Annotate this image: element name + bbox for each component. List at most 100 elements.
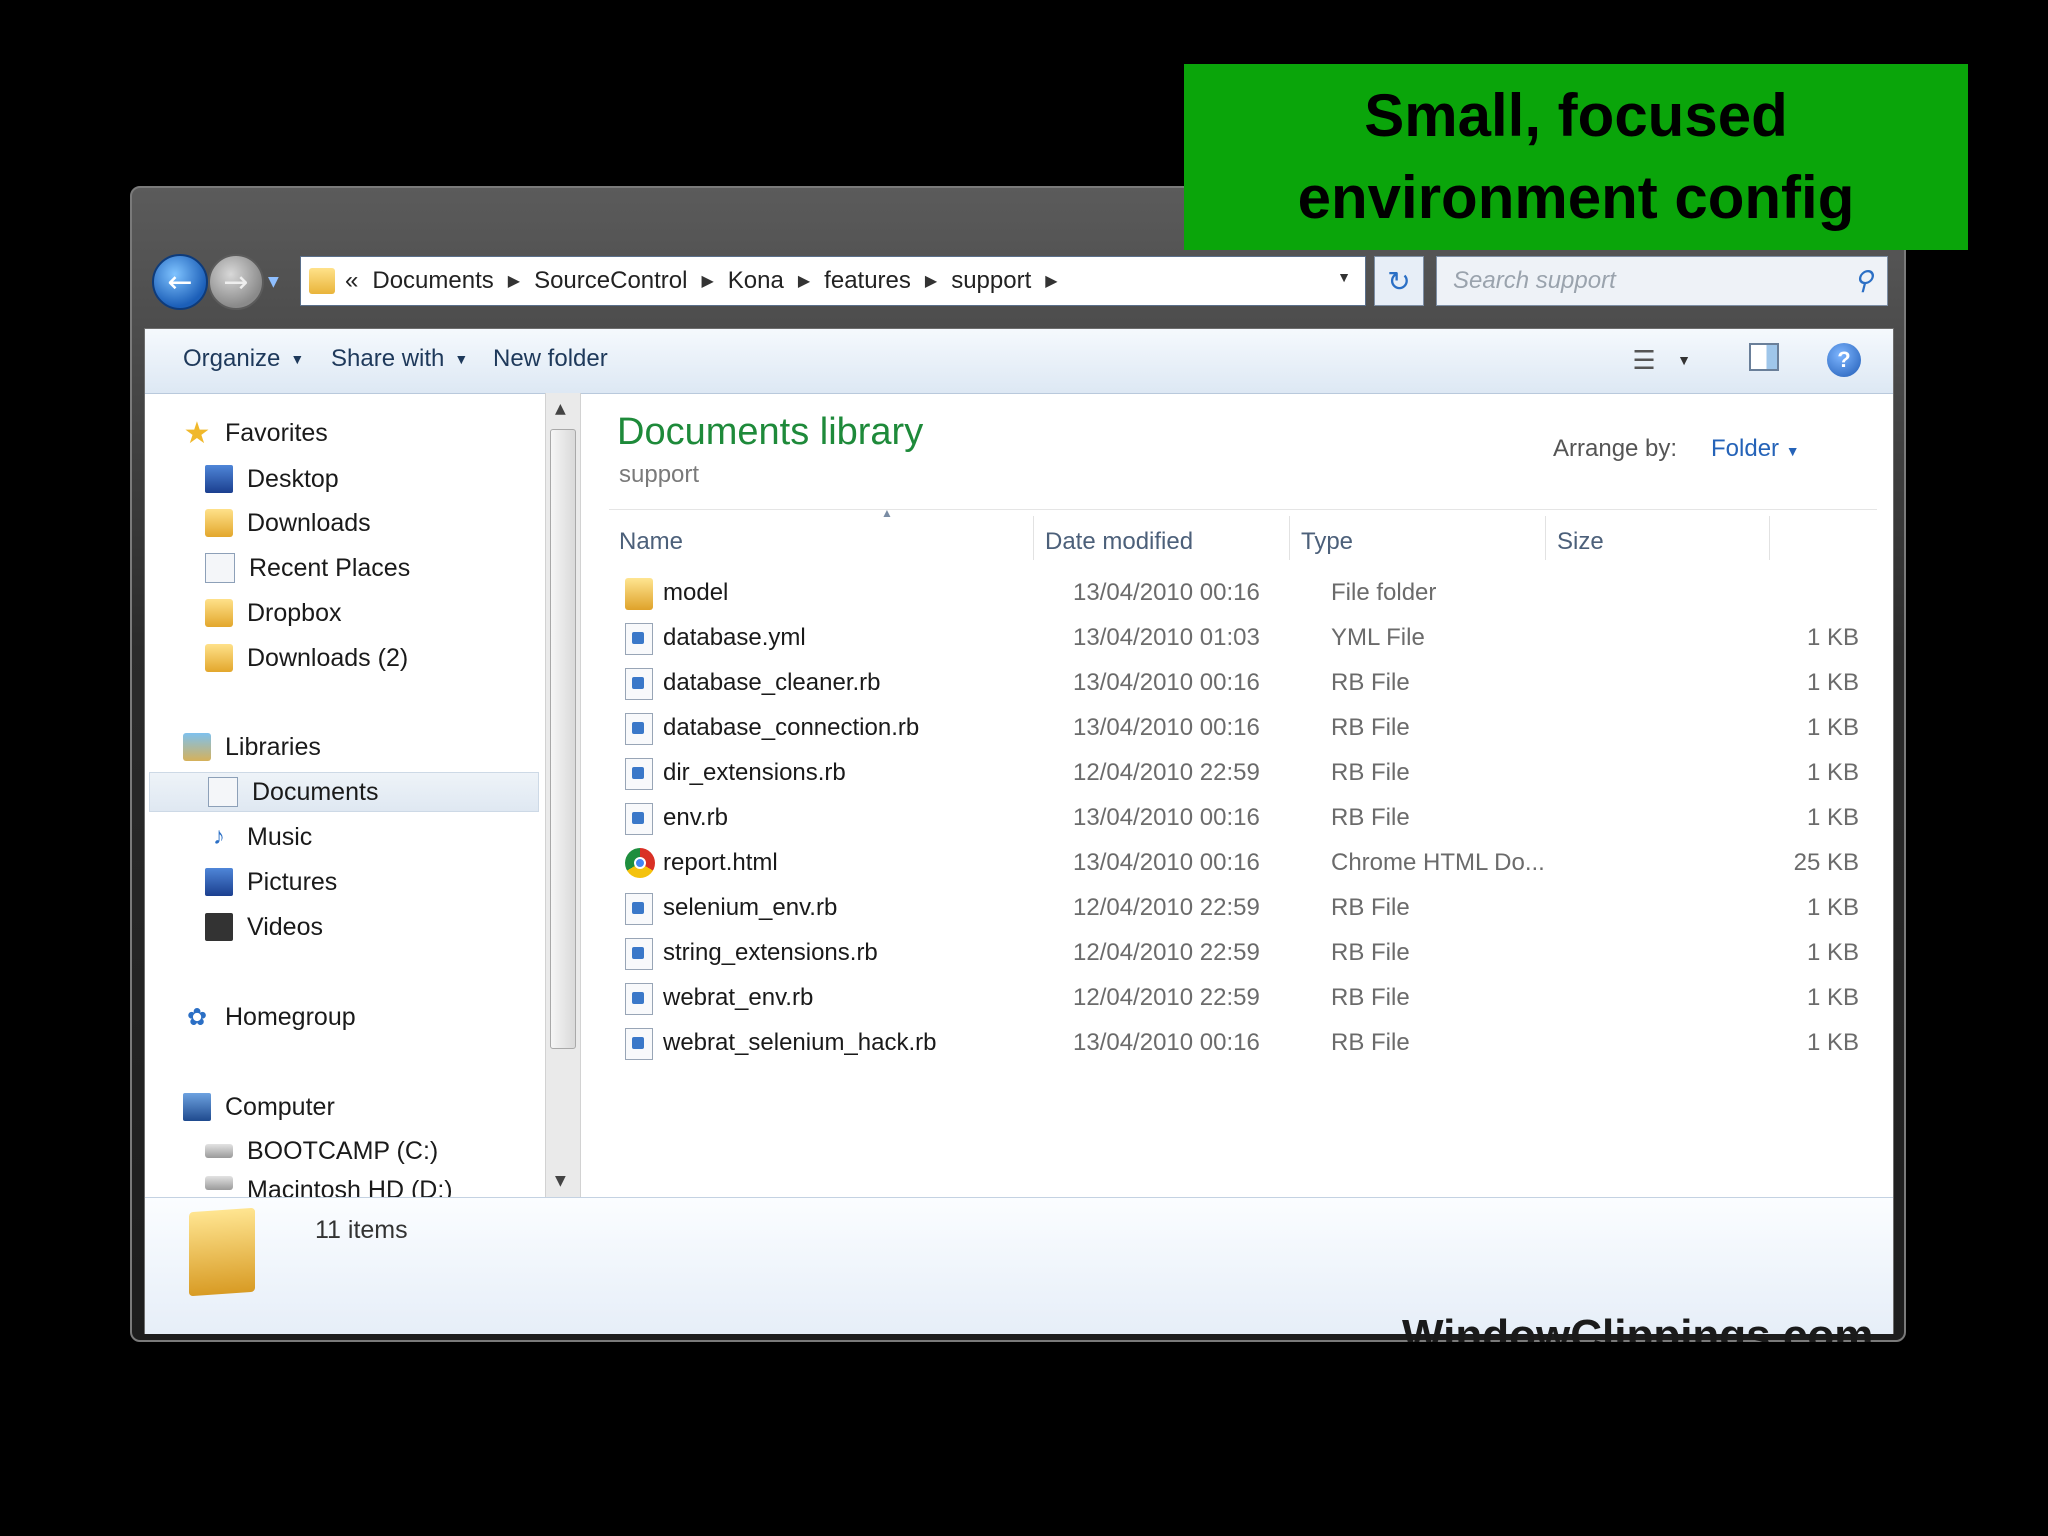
- file-name: env.rb: [663, 804, 728, 831]
- share-with-label: Share with: [331, 345, 445, 372]
- file-row[interactable]: webrat_selenium_hack.rb 13/04/2010 00:16 R…: [609, 1021, 1877, 1066]
- chevron-right-icon[interactable]: ▶: [508, 271, 520, 291]
- breadcrumb-support[interactable]: support: [951, 267, 1031, 295]
- file-type: RB File: [1331, 804, 1410, 831]
- search-input[interactable]: Search support ⚲: [1436, 256, 1888, 306]
- file-size: 1 KB: [1806, 939, 1859, 966]
- file-size: 25 KB: [1793, 849, 1859, 876]
- nav-bootcamp-drive[interactable]: BOOTCAMP (C:): [205, 1131, 438, 1171]
- search-placeholder: Search support: [1453, 267, 1616, 294]
- share-with-button[interactable]: Share with ▼: [331, 345, 468, 373]
- file-row[interactable]: env.rb 13/04/2010 00:16 RB File 1 KB: [609, 796, 1877, 841]
- nav-videos[interactable]: Videos: [205, 907, 323, 947]
- nav-desktop[interactable]: Desktop: [205, 459, 339, 499]
- column-type[interactable]: Type: [1301, 528, 1353, 556]
- nav-label: Homegroup: [225, 1002, 356, 1031]
- command-bar: Organize ▼ Share with ▼ New folder ☰ ▼ ?: [145, 329, 1893, 394]
- file-icon: [625, 893, 653, 925]
- nav-recent-places[interactable]: Recent Places: [205, 548, 410, 588]
- nav-downloads-2[interactable]: Downloads (2): [205, 638, 408, 678]
- drive-icon: [205, 1144, 233, 1158]
- arrange-by-value: Folder: [1711, 435, 1780, 462]
- breadcrumb-documents[interactable]: Documents: [372, 267, 493, 295]
- file-row[interactable]: database_cleaner.rb 13/04/2010 00:16 RB Fi…: [609, 661, 1877, 706]
- file-row[interactable]: webrat_env.rb 12/04/2010 22:59 RB File 1 KB: [609, 976, 1877, 1021]
- desktop-icon: [205, 465, 233, 493]
- scroll-thumb[interactable]: [550, 429, 576, 1049]
- file-row[interactable]: database.yml 13/04/2010 01:03 YML File 1 KB: [609, 616, 1877, 661]
- organize-button[interactable]: Organize ▼: [183, 345, 304, 373]
- file-date-modified: 13/04/2010 00:16: [1073, 1029, 1260, 1056]
- watermark: WindowClippings.com: [1402, 1311, 1874, 1342]
- file-name: string_extensions.rb: [663, 939, 878, 966]
- file-row[interactable]: dir_extensions.rb 12/04/2010 22:59 RB File…: [609, 751, 1877, 796]
- folder-icon: [625, 578, 653, 610]
- file-row[interactable]: database_connection.rb 13/04/2010 00:16 RB…: [609, 706, 1877, 751]
- arrow-right-icon: →: [223, 264, 249, 300]
- libraries-icon: [183, 733, 211, 761]
- chevron-right-icon[interactable]: ▶: [798, 271, 810, 291]
- file-type: RB File: [1331, 939, 1410, 966]
- new-folder-button[interactable]: New folder: [493, 345, 608, 373]
- file-row[interactable]: string_extensions.rb 12/04/2010 22:59 RB F…: [609, 931, 1877, 976]
- help-icon[interactable]: ?: [1827, 343, 1861, 377]
- address-dropdown-icon[interactable]: ▼: [1337, 269, 1351, 285]
- sort-ascending-icon: ▲: [881, 506, 893, 520]
- column-date-modified[interactable]: Date modified: [1045, 528, 1193, 556]
- star-icon: ★: [183, 416, 211, 450]
- nav-downloads[interactable]: Downloads: [205, 503, 371, 543]
- nav-music[interactable]: ♪ Music: [205, 817, 312, 857]
- back-button[interactable]: ←: [152, 254, 208, 310]
- nav-computer[interactable]: Computer: [183, 1087, 335, 1127]
- nav-favorites[interactable]: ★ Favorites: [183, 413, 328, 453]
- nav-libraries[interactable]: Libraries: [183, 727, 321, 767]
- file-date-modified: 13/04/2010 00:16: [1073, 714, 1260, 741]
- chevron-right-icon[interactable]: ▶: [925, 271, 937, 291]
- file-size: 1 KB: [1806, 984, 1859, 1011]
- file-size: 1 KB: [1806, 894, 1859, 921]
- forward-button[interactable]: →: [208, 254, 264, 310]
- arrange-by-dropdown[interactable]: Folder ▼: [1711, 435, 1800, 463]
- recent-pages-dropdown[interactable]: ▼: [268, 274, 279, 290]
- file-name: database.yml: [663, 624, 806, 651]
- file-date-modified: 13/04/2010 00:16: [1073, 579, 1260, 606]
- file-row[interactable]: model 13/04/2010 00:16 File folder: [609, 571, 1877, 616]
- column-size[interactable]: Size: [1557, 528, 1604, 556]
- address-bar[interactable]: « Documents ▶ SourceControl ▶ Kona ▶ featur…: [300, 256, 1366, 306]
- nav-label: Recent Places: [249, 553, 411, 582]
- navigation-pane: ★ Favorites Desktop Downloads Recent Plac…: [145, 393, 541, 1198]
- nav-macintosh-drive[interactable]: Macintosh HD (D:): [205, 1176, 453, 1198]
- nav-dropbox[interactable]: Dropbox: [205, 593, 342, 633]
- file-date-modified: 13/04/2010 00:16: [1073, 804, 1260, 831]
- nav-scrollbar[interactable]: ▲ ▼: [545, 393, 581, 1197]
- nav-label: Favorites: [225, 418, 328, 447]
- breadcrumb-kona[interactable]: Kona: [728, 267, 784, 295]
- file-row[interactable]: report.html 13/04/2010 00:16 Chrome HTML D…: [609, 841, 1877, 886]
- recent-places-icon: [205, 553, 235, 583]
- breadcrumb-sourcecontrol[interactable]: SourceControl: [534, 267, 687, 295]
- breadcrumb-features[interactable]: features: [824, 267, 911, 295]
- address-overflow[interactable]: «: [345, 267, 358, 295]
- refresh-icon: ↻: [1387, 264, 1411, 298]
- scroll-down-icon[interactable]: ▼: [555, 1173, 566, 1189]
- homegroup-icon: ✿: [186, 1003, 208, 1031]
- chevron-right-icon[interactable]: ▶: [701, 271, 713, 291]
- file-row[interactable]: selenium_env.rb 12/04/2010 22:59 RB File 1 …: [609, 886, 1877, 931]
- nav-pictures[interactable]: Pictures: [205, 862, 337, 902]
- file-size: 1 KB: [1806, 1029, 1859, 1056]
- preview-pane-icon[interactable]: [1749, 343, 1779, 371]
- file-type: File folder: [1331, 579, 1437, 606]
- view-dropdown-icon[interactable]: ▼: [1667, 343, 1701, 377]
- view-options-icon[interactable]: ☰: [1627, 343, 1661, 377]
- nav-label: Documents: [252, 777, 379, 806]
- scroll-up-icon[interactable]: ▲: [555, 401, 566, 417]
- file-type: RB File: [1331, 894, 1410, 921]
- nav-homegroup[interactable]: ✿ Homegroup: [183, 997, 356, 1037]
- documents-icon: [208, 777, 238, 807]
- nav-documents[interactable]: Documents: [149, 772, 539, 812]
- column-name[interactable]: Name: [619, 528, 683, 556]
- refresh-button[interactable]: ↻: [1374, 256, 1424, 306]
- search-icon[interactable]: ⚲: [1854, 265, 1873, 296]
- file-type: RB File: [1331, 759, 1410, 786]
- chevron-right-icon[interactable]: ▶: [1045, 271, 1057, 291]
